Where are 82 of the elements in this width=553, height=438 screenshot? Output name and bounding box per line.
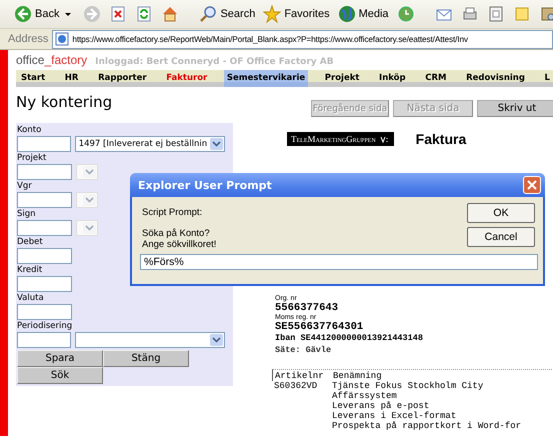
- text-field[interactable]: [17, 304, 72, 320]
- nav-item[interactable]: Projekt: [322, 70, 362, 87]
- portal-logo: office_factory: [16, 53, 88, 67]
- table-cell-text: Leverans i Excel-format: [332, 411, 458, 421]
- nav-item[interactable]: L: [542, 70, 553, 87]
- nav-item[interactable]: Inköp: [376, 70, 409, 87]
- nav-item[interactable]: Semestervikarie: [224, 70, 308, 87]
- field-label: Kredit: [17, 265, 42, 276]
- field-label: Projekt: [17, 153, 46, 164]
- text-field[interactable]: [17, 332, 71, 348]
- page-button[interactable]: Skriv ut: [477, 100, 553, 117]
- note-icon[interactable]: [512, 5, 531, 23]
- text-field[interactable]: [17, 192, 72, 208]
- nav-item[interactable]: Fakturor: [163, 70, 210, 87]
- dropdown-arrow-icon[interactable]: [65, 12, 72, 16]
- detail-value: SE556637764301: [275, 322, 364, 333]
- dropdown[interactable]: 1497 [Inlevererat ej beställnin: [74, 136, 225, 152]
- clock-icon[interactable]: [396, 5, 415, 23]
- column-header: Artikelnr: [274, 371, 325, 381]
- form-button[interactable]: Sök: [17, 367, 103, 384]
- caret-icon: [85, 169, 94, 175]
- search-icon: [199, 5, 218, 23]
- dropdown[interactable]: [74, 332, 225, 348]
- text-field[interactable]: [17, 136, 71, 152]
- forward-icon[interactable]: [83, 5, 102, 23]
- search-button[interactable]: Search: [197, 5, 258, 23]
- nav-item[interactable]: Start: [18, 70, 48, 87]
- book-icon[interactable]: [538, 5, 553, 23]
- star-icon: [263, 5, 282, 23]
- detail-value: 5566377643: [275, 303, 340, 314]
- media-button[interactable]: Media: [336, 5, 391, 23]
- field-label: Sign: [17, 209, 36, 220]
- field-label: Periodisering: [17, 321, 72, 332]
- text-field[interactable]: [17, 276, 72, 292]
- table-cell-text: Tjänste Fokus Stockholm City: [332, 381, 484, 391]
- table-cell-text: S60362VD: [273, 381, 318, 393]
- globe-icon: [338, 5, 356, 23]
- back-icon: [14, 5, 32, 23]
- table-cell-text: Prospekta på rapportkort i Word-for: [332, 421, 522, 431]
- field-label: Debet: [17, 237, 43, 248]
- column-header: Benämning: [333, 371, 383, 381]
- dialog-button[interactable]: OK: [467, 203, 535, 223]
- text-field[interactable]: [17, 220, 72, 236]
- home-icon[interactable]: [161, 5, 180, 23]
- form-button[interactable]: Stäng: [103, 350, 189, 367]
- close-icon: [527, 180, 537, 190]
- prompt-message: Söka på Konto? Ange sökvillkoret!: [142, 228, 216, 250]
- back-button[interactable]: Back: [12, 5, 62, 23]
- text-field[interactable]: [17, 248, 72, 264]
- page-icon: [55, 32, 70, 46]
- nav-item[interactable]: Rapporter: [95, 70, 150, 87]
- text-field[interactable]: [17, 164, 72, 180]
- favorites-button[interactable]: Favorites: [261, 5, 332, 23]
- seat-text: Säte: Gävle: [275, 344, 332, 357]
- prompt-input[interactable]: %Förs%: [140, 254, 538, 270]
- field-label: Valuta: [17, 293, 44, 304]
- prompt-caption: Script Prompt:: [142, 207, 204, 218]
- caret-icon: [85, 197, 94, 203]
- login-info: Inloggad: Bert Conneryd - OF Office Factory AB: [95, 57, 334, 67]
- field-label: Vgr: [17, 181, 32, 192]
- invoice-title: Faktura: [416, 131, 466, 147]
- form-button[interactable]: Spara: [17, 350, 103, 367]
- nav-item[interactable]: CRM: [422, 70, 450, 87]
- refresh-icon[interactable]: [135, 5, 154, 23]
- company-logo: TeleMarketingGruppen: [287, 132, 394, 146]
- nav-item[interactable]: HR: [62, 70, 82, 87]
- stop-icon[interactable]: [109, 5, 128, 23]
- address-field[interactable]: https://www.officefactory.se/ReportWeb/Main/Portal_Blank.aspx?P=https://www.officefactory.se/eattest/Attest/Inv: [52, 30, 553, 48]
- field-label: Konto: [17, 125, 42, 136]
- caret-icon: [212, 141, 221, 147]
- caret-icon: [212, 337, 221, 343]
- address-label: Address: [8, 33, 48, 45]
- dialog-button[interactable]: Cancel: [467, 227, 535, 247]
- table-cell-text: Leverans på e-post: [332, 401, 430, 411]
- table-cell-text: Affärssystem: [332, 391, 398, 401]
- document-icon[interactable]: [486, 5, 505, 23]
- page-heading: Ny kontering: [16, 93, 112, 111]
- nav-item[interactable]: Redovisning: [463, 70, 528, 87]
- close-button[interactable]: [523, 176, 541, 194]
- dialog-title: Explorer User Prompt: [138, 178, 272, 192]
- iban-text: Iban SE4412000000013921443148: [275, 333, 424, 344]
- caret-icon: [85, 225, 94, 231]
